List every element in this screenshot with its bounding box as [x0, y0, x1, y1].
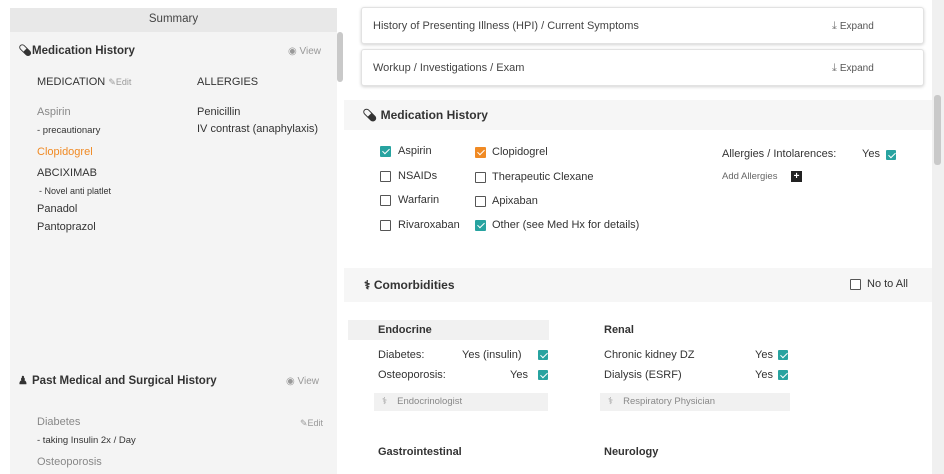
clexane-label: Therapeutic Clexane: [492, 171, 594, 183]
view-medication-link[interactable]: ◉ View: [288, 46, 321, 57]
comorbidities-title: ⚕ Comorbidities: [364, 278, 455, 292]
diabetes-value: Yes (insulin): [462, 349, 522, 361]
med-item: Panadol: [37, 203, 78, 215]
no-to-all-checkbox[interactable]: [850, 279, 861, 290]
allergies-yes-checkbox[interactable]: [886, 150, 896, 160]
gastrointestinal-title: Gastrointestinal: [378, 446, 462, 458]
dialysis-checkbox[interactable]: [778, 370, 788, 380]
stethoscope-icon: ⚕: [364, 278, 371, 292]
main-scrollbar-thumb[interactable]: [934, 95, 941, 165]
medication-history-section: 💊︎ Medication History Aspirin Clopidogre…: [344, 100, 932, 268]
med-item-note: - Novel anti platlet: [39, 186, 112, 196]
arrow-down-icon: ⤓: [832, 20, 837, 32]
diabetes-label: Diabetes:: [378, 349, 425, 361]
other-checkbox[interactable]: [475, 220, 486, 231]
allergies-value: Yes: [862, 148, 880, 160]
rivaroxaban-checkbox[interactable]: [380, 220, 391, 231]
summary-header: Summary: [10, 8, 337, 32]
no-to-all-label: No to All: [867, 278, 908, 290]
past-history-note: - taking Insulin 2x / Day: [37, 435, 136, 446]
add-allergies-link[interactable]: Add Allergies: [722, 171, 777, 182]
summary-body: 💊︎Medication History ◉ View MEDICATION ✎…: [10, 32, 337, 474]
pencil-icon: ✎: [108, 77, 116, 87]
med-item: Pantoprazol: [37, 221, 96, 233]
summary-past-history-title: ♟ Past Medical and Surgical History: [18, 375, 217, 387]
medication-column-header: MEDICATION ✎Edit: [37, 76, 132, 88]
pill-icon: 💊︎: [18, 45, 32, 57]
warfarin-label: Warfarin: [398, 194, 440, 206]
edit-past-history-button[interactable]: ✎Edit: [300, 418, 323, 429]
edit-medication-button[interactable]: ✎Edit: [108, 77, 131, 87]
neurology-title: Neurology: [604, 446, 659, 458]
summary-panel: Summary 💊︎Medication History ◉ View MEDI…: [0, 0, 345, 474]
warfarin-checkbox[interactable]: [380, 195, 391, 206]
aspirin-label: Aspirin: [398, 145, 432, 157]
med-item-note: - precautionary: [37, 125, 101, 136]
pencil-icon: ✎: [300, 418, 308, 428]
stethoscope-icon: ⚕: [382, 396, 388, 407]
med-item: ABCIXIMAB: [37, 167, 97, 179]
osteoporosis-value: Yes: [510, 369, 528, 381]
med-item: Aspirin: [37, 106, 71, 118]
workup-title: Workup / Investigations / Exam: [373, 62, 525, 74]
nsaids-label: NSAIDs: [398, 170, 438, 182]
clexane-checkbox[interactable]: [475, 172, 486, 183]
main-scrollbar-track[interactable]: [932, 0, 944, 474]
apixaban-checkbox[interactable]: [475, 196, 486, 207]
allergy-item: Penicillin: [197, 106, 241, 118]
hpi-card[interactable]: History of Presenting Illness (HPI) / Cu…: [361, 7, 924, 44]
apixaban-label: Apixaban: [492, 195, 538, 207]
expand-hpi-button[interactable]: ⤓ Expand: [832, 20, 874, 33]
ckd-label: Chronic kidney DZ: [604, 349, 695, 361]
medication-history-title: 💊︎ Medication History: [362, 108, 488, 122]
pill-icon: 💊︎: [362, 108, 378, 122]
diabetes-checkbox[interactable]: [538, 350, 548, 360]
workup-card[interactable]: Workup / Investigations / Exam ⤓ Expand: [361, 49, 924, 86]
clopidogrel-label: Clopidogrel: [492, 146, 548, 158]
aspirin-checkbox[interactable]: [380, 146, 391, 157]
renal-title: Renal: [604, 324, 634, 336]
hpi-title: History of Presenting Illness (HPI) / Cu…: [373, 20, 639, 32]
allergy-item: IV contrast (anaphylaxis): [197, 123, 319, 135]
nsaids-checkbox[interactable]: [380, 171, 391, 182]
arrow-down-icon: ⤓: [832, 62, 837, 74]
rivaroxaban-label: Rivaroxaban: [398, 219, 460, 231]
endocrinologist-field[interactable]: ⚕ Endocrinologist: [374, 393, 548, 411]
view-past-history-link[interactable]: ◉ View: [286, 376, 319, 387]
osteoporosis-label: Osteoporosis:: [378, 369, 446, 381]
endocrine-title: Endocrine: [378, 324, 432, 336]
eye-icon: ◉: [288, 46, 297, 57]
summary-medication-title: 💊︎Medication History: [18, 45, 135, 57]
past-history-item: Diabetes: [37, 416, 81, 428]
ckd-value: Yes: [755, 349, 773, 361]
allergies-intolerances-label: Allergies / Intolarences:: [722, 148, 837, 160]
expand-workup-button[interactable]: ⤓ Expand: [832, 62, 874, 75]
med-item: Clopidogrel: [37, 146, 93, 158]
person-icon: ♟: [18, 375, 28, 387]
allergies-column-header: ALLERGIES: [197, 76, 259, 88]
other-label: Other (see Med Hx for details): [492, 219, 640, 231]
ckd-checkbox[interactable]: [778, 350, 788, 360]
dialysis-value: Yes: [755, 369, 773, 381]
eye-icon: ◉: [286, 376, 295, 387]
osteoporosis-checkbox[interactable]: [538, 370, 548, 380]
clopidogrel-checkbox[interactable]: [475, 147, 486, 158]
dialysis-label: Dialysis (ESRF): [604, 369, 682, 381]
plus-icon[interactable]: +: [791, 171, 802, 182]
past-history-item: Osteoporosis: [37, 456, 102, 468]
respiratory-physician-field[interactable]: ⚕ Respiratory Physician: [600, 393, 790, 411]
stethoscope-icon: ⚕: [608, 396, 614, 407]
summary-scrollbar[interactable]: [337, 32, 343, 82]
comorbidities-section: ⚕ Comorbidities No to All Endocrine Diab…: [344, 268, 932, 474]
